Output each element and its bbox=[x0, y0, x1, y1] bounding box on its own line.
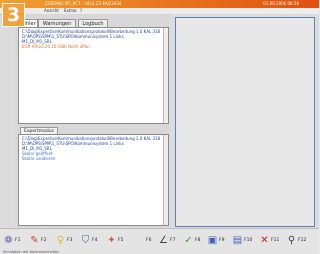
monitor-icon: ▣ bbox=[207, 235, 218, 246]
fkey-label: F9 bbox=[219, 238, 225, 243]
window-title: ZURDIAG M1_PCT - 1814.23 4AJ23434 bbox=[45, 1, 122, 6]
fkey-label: F4 bbox=[92, 238, 98, 243]
fkey-label: F8 bbox=[195, 238, 201, 243]
screen: ZURDIAG M1_PCT - 1814.23 4AJ23434 01.09.… bbox=[0, 0, 319, 254]
blank-icon bbox=[134, 235, 145, 246]
fkey-label: F7 bbox=[170, 238, 176, 243]
tab-warnungen[interactable]: Warnungen bbox=[38, 19, 76, 27]
fkey-label: F6 bbox=[146, 238, 152, 243]
fkey-label: F3 bbox=[67, 238, 73, 243]
fehler-line: EGR (RA10.20.10.188) Noch offen bbox=[22, 44, 90, 49]
gear-icon: ❁ bbox=[4, 235, 13, 246]
pen-icon: ✎ bbox=[30, 235, 39, 246]
tools-icon: ✦ bbox=[107, 235, 116, 246]
expert-scrollbar[interactable] bbox=[163, 135, 168, 225]
fehler-scrollbar[interactable] bbox=[163, 28, 168, 123]
tab-logbuch[interactable]: Logbuch bbox=[78, 19, 108, 27]
detail-view bbox=[175, 17, 315, 227]
expert-line: Skalar validieren bbox=[22, 156, 56, 161]
step-badge: 3 bbox=[2, 3, 25, 27]
fkey-label: F1 bbox=[15, 238, 21, 243]
title-bar: ZURDIAG M1_PCT - 1814.23 4AJ23434 01.09.… bbox=[0, 0, 319, 8]
fehler-panel: C:\Diag\Expertise\Kommunikationsprotokol… bbox=[18, 27, 169, 124]
fkey-label: F11 bbox=[271, 238, 280, 243]
ruler-icon: ∠ bbox=[159, 235, 168, 246]
close-icon: ✕ bbox=[260, 235, 269, 246]
fkey-label: F5 bbox=[118, 238, 124, 243]
check-icon: ✓ bbox=[184, 235, 193, 246]
fkey-label: F12 bbox=[298, 238, 307, 243]
filter-icon: ⛉ bbox=[81, 235, 90, 246]
fkey-label: F2 bbox=[41, 238, 47, 243]
fkey-label: F10 bbox=[244, 238, 253, 243]
search-icon: ⚲ bbox=[287, 235, 296, 246]
expert-panel: C:\Diag\Expertise\Kommunikationsprotokol… bbox=[18, 134, 169, 226]
save-icon: ▤ bbox=[232, 235, 243, 246]
title-datetime: 01.09.2006 08:56 bbox=[263, 1, 299, 6]
bulb-icon: ♀ bbox=[56, 235, 65, 246]
status-bar: Simulation der Kontrolleinheiten bbox=[3, 250, 60, 254]
